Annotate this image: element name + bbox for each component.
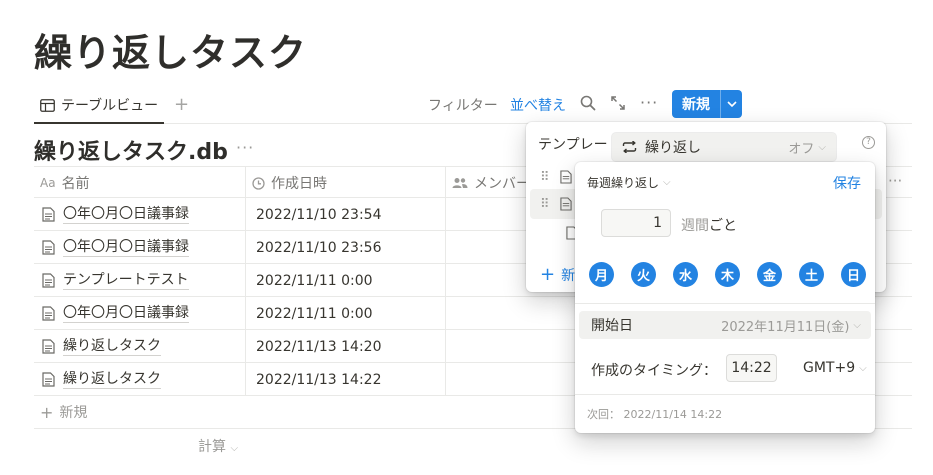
row-name[interactable]: 〇年〇月〇日議事録 xyxy=(63,206,189,224)
frequency-dropdown[interactable]: 毎週繰り返し ⌵ xyxy=(587,174,671,191)
chevron-down-icon: ⌵ xyxy=(818,141,826,153)
next-occurrence: 次回： 2022/11/14 14:22 xyxy=(587,408,723,421)
text-property-icon: Aa xyxy=(40,176,56,190)
row-name[interactable]: 〇年〇月〇日議事録 xyxy=(63,239,189,257)
plus-icon: + xyxy=(40,402,54,422)
weekday-wed[interactable]: 水 xyxy=(673,262,698,287)
row-name[interactable]: 繰り返しタスク xyxy=(63,371,161,389)
weekday-thu[interactable]: 木 xyxy=(715,262,740,287)
created-cell: 2022/11/10 23:56 xyxy=(246,231,446,264)
drag-handle-icon[interactable]: ⠿ xyxy=(540,170,550,185)
database-title[interactable]: 繰り返しタスク.db xyxy=(34,134,228,166)
row-name[interactable]: 〇年〇月〇日議事録 xyxy=(63,305,189,323)
chevron-down-icon: ⌵ xyxy=(663,177,671,188)
divider xyxy=(575,394,875,395)
drag-handle-icon[interactable]: ⠿ xyxy=(540,197,550,212)
help-icon[interactable]: ? xyxy=(862,136,875,149)
database-more-icon[interactable]: ··· xyxy=(236,138,254,157)
template-heading: テンプレー xyxy=(538,137,608,153)
time-input[interactable]: 14:22 xyxy=(726,354,777,382)
recurrence-value: オフ ⌵ xyxy=(788,141,826,157)
expand-icon[interactable] xyxy=(610,95,628,113)
column-header-name[interactable]: Aa 名前 xyxy=(34,167,246,199)
page-title: 繰り返しタスク xyxy=(34,31,308,75)
created-cell: 2022/11/10 23:54 xyxy=(246,198,446,231)
search-icon[interactable] xyxy=(580,95,598,113)
chevron-down-icon: ⌵ xyxy=(230,443,239,454)
tab-label: テーブルビュー xyxy=(61,98,159,114)
start-date-row[interactable]: 開始日 2022年11月11日(金) ⌵ xyxy=(579,311,871,339)
created-cell: 2022/11/11 0:00 xyxy=(246,264,446,297)
chevron-down-icon: ⌵ xyxy=(859,362,867,374)
name-cell[interactable]: テンプレートテスト xyxy=(34,264,246,297)
filter-button[interactable]: フィルター xyxy=(428,95,498,115)
table-icon xyxy=(40,98,55,112)
created-cell: 2022/11/13 14:20 xyxy=(246,330,446,363)
page-icon xyxy=(559,170,572,184)
page-icon xyxy=(42,372,55,387)
page-icon xyxy=(559,197,572,211)
name-cell[interactable]: 〇年〇月〇日議事録 xyxy=(34,297,246,330)
row-name[interactable]: 繰り返しタスク xyxy=(63,338,161,356)
start-date-value: 2022年11月11日(金) ⌵ xyxy=(721,319,861,335)
weekday-tue[interactable]: 火 xyxy=(631,262,656,287)
page-icon xyxy=(42,207,55,222)
weekday-sun[interactable]: 日 xyxy=(841,262,866,287)
new-template-button[interactable]: + 新 xyxy=(540,264,575,285)
page-icon xyxy=(42,339,55,354)
plus-icon: + xyxy=(540,264,556,285)
interval-unit: 週間ごと xyxy=(681,218,737,234)
start-date-label: 開始日 xyxy=(591,318,633,334)
name-cell[interactable]: 繰り返しタスク xyxy=(34,330,246,363)
created-cell: 2022/11/11 0:00 xyxy=(246,297,446,330)
timing-label: 作成のタイミング： xyxy=(591,363,717,379)
sort-button[interactable]: 並べ替え xyxy=(510,95,566,115)
name-cell[interactable]: 〇年〇月〇日議事録 xyxy=(34,198,246,231)
new-button[interactable]: 新規 xyxy=(672,90,742,118)
recurrence-popup: 毎週繰り返し ⌵ 保存 1 週間ごと 月 火 水 木 金 土 日 開始日 202… xyxy=(575,162,875,433)
row-name[interactable]: テンプレートテスト xyxy=(63,272,189,290)
weekday-fri[interactable]: 金 xyxy=(757,262,782,287)
column-header-created[interactable]: 作成日時 xyxy=(246,167,446,199)
header-more-icon[interactable]: ··· xyxy=(888,172,902,190)
weekday-sat[interactable]: 土 xyxy=(799,262,824,287)
page-icon xyxy=(42,273,55,288)
people-icon xyxy=(452,177,468,189)
clock-icon xyxy=(252,176,265,190)
name-cell[interactable]: 繰り返しタスク xyxy=(34,363,246,396)
chevron-down-icon[interactable] xyxy=(720,90,742,118)
timezone-dropdown[interactable]: GMT+9 ⌵ xyxy=(803,360,867,376)
divider xyxy=(575,303,875,304)
weekday-mon[interactable]: 月 xyxy=(589,262,614,287)
new-button-label[interactable]: 新規 xyxy=(672,90,720,118)
interval-input[interactable]: 1 xyxy=(601,209,671,237)
page-icon xyxy=(42,306,55,321)
repeat-icon xyxy=(622,141,637,153)
created-cell: 2022/11/13 14:22 xyxy=(246,363,446,396)
calculate-button[interactable]: 計算 ⌵ xyxy=(198,436,238,456)
name-cell[interactable]: 〇年〇月〇日議事録 xyxy=(34,231,246,264)
recurrence-select[interactable]: 繰り返し オフ ⌵ xyxy=(612,133,836,161)
page-icon xyxy=(42,240,55,255)
save-button[interactable]: 保存 xyxy=(833,173,861,193)
add-view-button[interactable]: + xyxy=(174,94,189,115)
recurrence-label: 繰り返し xyxy=(645,140,701,156)
view-bar: テーブルビュー + フィルター 並べ替え ··· 新規 xyxy=(34,88,912,124)
tab-table-view[interactable]: テーブルビュー xyxy=(34,88,165,124)
weekday-selector: 月 火 水 木 金 土 日 xyxy=(589,262,866,287)
more-options-icon[interactable]: ··· xyxy=(640,93,658,112)
chevron-down-icon: ⌵ xyxy=(853,319,861,331)
